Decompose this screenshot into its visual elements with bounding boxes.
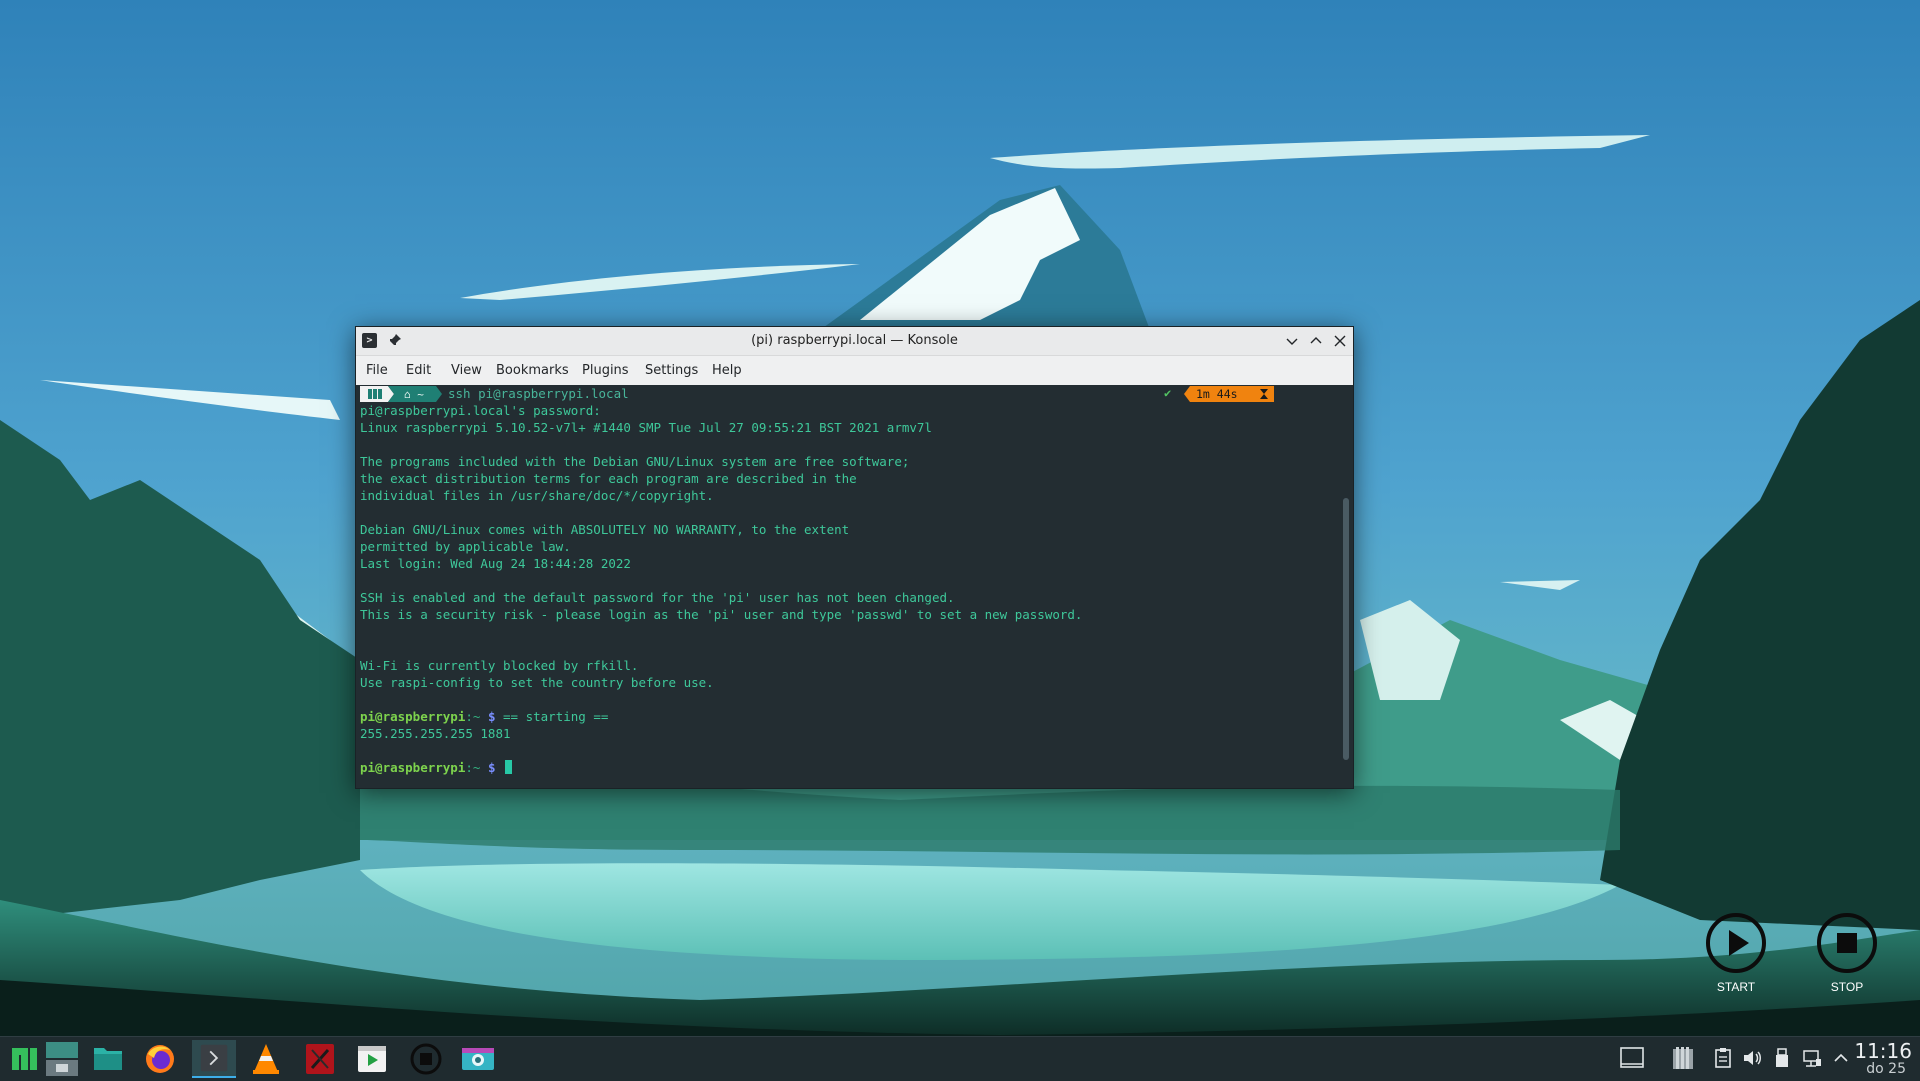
terminal-line: Wi-Fi is currently blocked by rfkill. [360, 658, 639, 673]
menu-plugins[interactable]: Plugins [580, 356, 631, 385]
volume-icon[interactable] [1741, 1047, 1763, 1069]
record-stop-icon[interactable] [404, 1040, 448, 1078]
prompt-user: pi@raspberrypi [360, 760, 466, 775]
prompt-sign: $ [487, 760, 496, 775]
terminal-line: permitted by applicable law. [360, 539, 571, 554]
terminal-line: Last login: Wed Aug 24 18:44:28 2022 [360, 556, 631, 571]
usb-device-icon[interactable] [1771, 1047, 1793, 1069]
maximize-button[interactable] [1307, 332, 1325, 350]
chevron-up-icon[interactable] [1830, 1047, 1852, 1069]
file-manager-icon[interactable] [86, 1040, 130, 1078]
terminal-line: Debian GNU/Linux comes with ABSOLUTELY N… [360, 522, 850, 537]
terminal-prompt-line: pi@raspberrypi:~ $ [360, 759, 513, 776]
media-player-icon[interactable] [350, 1040, 394, 1078]
typed-command: == starting == [503, 709, 609, 724]
scrollbar[interactable] [1343, 498, 1349, 760]
prompt-path: :~ [465, 709, 481, 724]
menu-settings[interactable]: Settings [643, 356, 700, 385]
clipboard-icon[interactable] [1712, 1047, 1734, 1069]
scrollbar-thumb[interactable] [1343, 498, 1349, 760]
vlc-icon[interactable] [244, 1040, 288, 1078]
duration-text: 1m 44s [1196, 387, 1238, 401]
window-title: (pi) raspberrypi.local — Konsole [751, 333, 958, 348]
prompt-sign: $ [487, 709, 496, 724]
duration-badge: 1m 44s [1184, 386, 1274, 402]
menu-help[interactable]: Help [710, 356, 744, 385]
clipboard-manager-icon[interactable] [1670, 1045, 1696, 1071]
prompt-path: :~ [465, 760, 481, 775]
start-label: START [1716, 980, 1756, 994]
terminal-line: Use raspi-config to set the country befo… [360, 675, 714, 690]
menu-view[interactable]: View [449, 356, 484, 385]
network-icon[interactable] [1801, 1047, 1823, 1069]
konsole-taskbar-icon[interactable] [192, 1040, 236, 1078]
close-button[interactable] [1331, 332, 1349, 350]
svg-text:⌂ ~: ⌂ ~ [404, 388, 424, 401]
prompt-segment-os: ⌂ ~ [360, 386, 442, 402]
stop-button[interactable] [1816, 912, 1878, 974]
terminal-prompt-line: pi@raspberrypi:~ $ == starting == [360, 708, 608, 725]
prompt-user: pi@raspberrypi [360, 709, 466, 724]
red-app-icon[interactable] [298, 1040, 342, 1078]
stop-label: STOP [1830, 980, 1864, 994]
text-cursor [505, 760, 513, 774]
show-desktop-icon[interactable] [1620, 1046, 1644, 1070]
screenshot-app-icon[interactable] [456, 1040, 500, 1078]
terminal-area[interactable]: ⌂ ~ ssh pi@raspberrypi.local ✔ 1m 44s pi… [356, 385, 1353, 788]
menu-bookmarks[interactable]: Bookmarks [494, 356, 571, 385]
terminal-line: pi@raspberrypi.local's password: [360, 403, 601, 418]
minimize-button[interactable] [1283, 332, 1301, 350]
konsole-window[interactable]: > (pi) raspberrypi.local — Konsole File … [355, 326, 1354, 789]
menu-file[interactable]: File [364, 356, 390, 385]
clock-time[interactable]: 11:16 [1854, 1039, 1912, 1063]
terminal-line: 255.255.255.255 1881 [360, 726, 511, 741]
terminal-line: This is a security risk - please login a… [360, 607, 1083, 622]
command-text: ssh pi@raspberrypi.local [448, 386, 629, 401]
desktop-pager-icon[interactable] [40, 1040, 84, 1078]
terminal-line: the exact distribution terms for each pr… [360, 471, 857, 486]
clock-date[interactable]: do 25 [1866, 1061, 1906, 1077]
taskbar: 11:16 do 25 [0, 1036, 1920, 1081]
title-bar[interactable]: > (pi) raspberrypi.local — Konsole [356, 327, 1353, 356]
terminal-line: The programs included with the Debian GN… [360, 454, 910, 469]
firefox-icon[interactable] [138, 1040, 182, 1078]
terminal-line: individual files in /usr/share/doc/*/cop… [360, 488, 714, 503]
terminal-line: SSH is enabled and the default password … [360, 590, 955, 605]
menu-bar: File Edit View Bookmarks Plugins Setting… [356, 356, 1353, 385]
success-check-icon: ✔ [1164, 386, 1172, 400]
menu-edit[interactable]: Edit [404, 356, 433, 385]
start-play-button[interactable] [1705, 912, 1767, 974]
terminal-line: Linux raspberrypi 5.10.52-v7l+ #1440 SMP… [360, 420, 932, 435]
